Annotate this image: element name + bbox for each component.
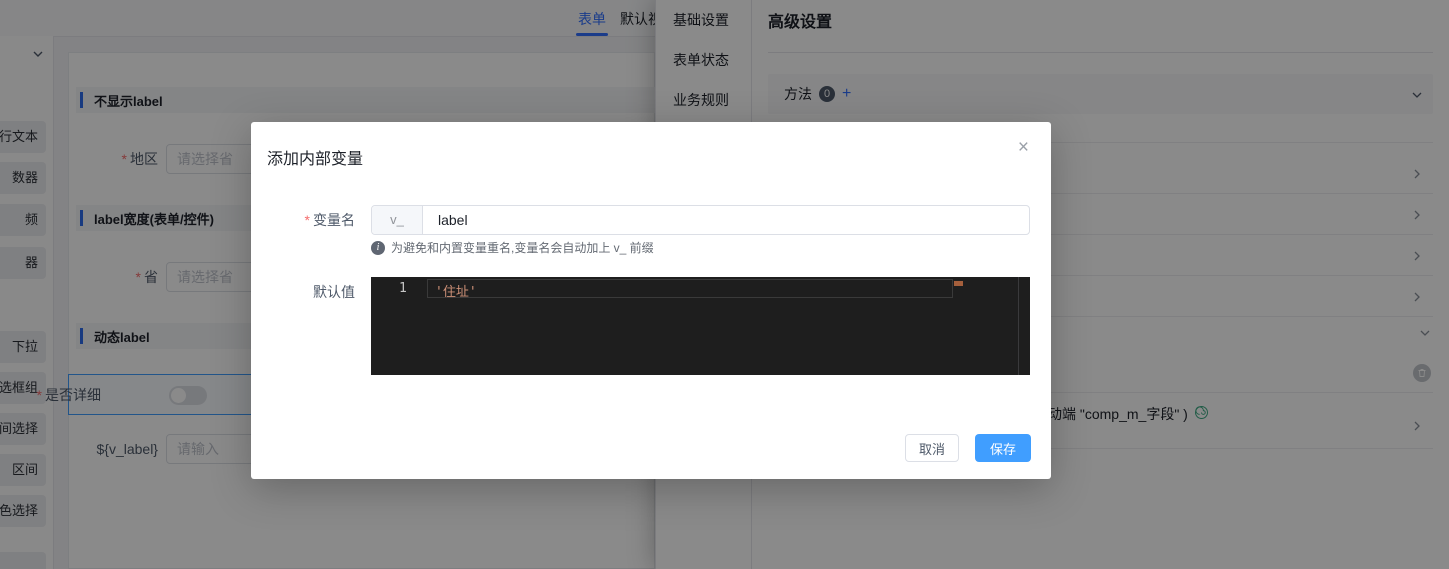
default-value-label: 默认值 [313,284,355,300]
variable-name-input[interactable] [423,206,1029,234]
default-value-code-editor[interactable]: 1 '住址' [371,277,1030,375]
variable-prefix: v_ [372,206,423,234]
editor-line-number: 1 [399,281,407,296]
add-internal-variable-dialog: 添加内部变量 × *变量名 v_ i 为避免和内置变量重名,变量名会自动加上 v… [251,122,1051,479]
close-icon[interactable]: × [1018,138,1029,157]
editor-minimap-mark [954,281,963,286]
dialog-title: 添加内部变量 [267,151,364,168]
form-designer-app: 表单 默认视 行文本 数器 频 器 下拉 选框组 间选择 区间 色选择 不显示l… [0,0,1449,569]
variable-name-label: * 变量名 [304,212,355,228]
save-button[interactable]: 保存 [975,434,1031,462]
variable-name-hint: i 为避免和内置变量重名,变量名会自动加上 v_ 前缀 [371,239,654,256]
info-icon: i [371,240,385,255]
editor-code-text: '住址' [435,285,477,300]
variable-name-input-group: v_ [371,205,1030,235]
required-asterisk: * [304,212,310,228]
editor-active-line [427,279,953,298]
editor-scrollbar[interactable] [1018,277,1019,375]
cancel-button[interactable]: 取消 [905,434,959,462]
